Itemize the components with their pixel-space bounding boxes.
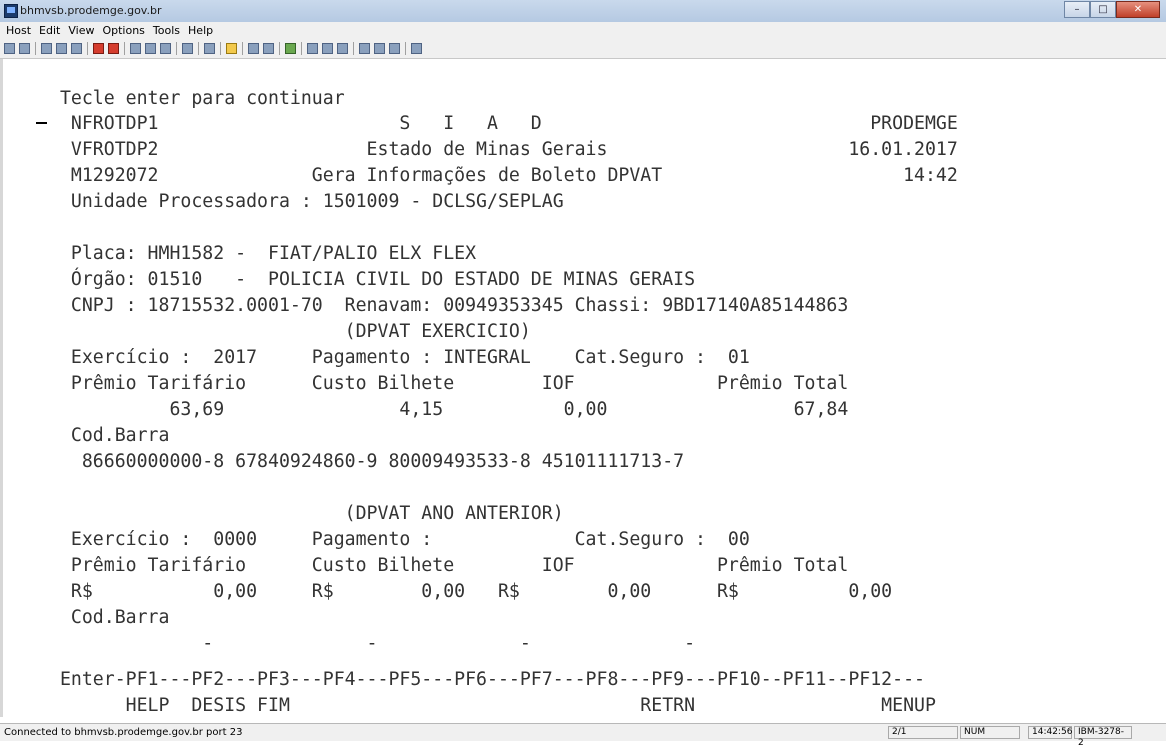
barcode-line: - - - - [49,633,696,654]
menu-edit[interactable]: Edit [39,24,60,37]
toolbar-separator [279,42,280,55]
terminal-line: (DPVAT ANO ANTERIOR) [49,503,564,524]
menu-bar: Host Edit View Options Tools Help [0,22,1166,39]
menu-options[interactable]: Options [102,24,144,37]
terminal-line: Placa: HMH1582 - FIAT/PALIO ELX FLEX [49,243,477,264]
window-controls: – □ ✕ [1064,1,1160,19]
pf-keys-line: Enter-PF1---PF2---PF3---PF4---PF5---PF6-… [49,669,925,690]
terminal-line: Cod.Barra [49,425,170,446]
undo-icon[interactable] [411,43,422,54]
title-bar: bhmvsb.prodemge.gov.br – □ ✕ [0,0,1166,23]
terminal-line: Prêmio Tarifário Custo Bilhete IOF Prêmi… [49,555,849,576]
copy-icon[interactable] [145,43,156,54]
pa3-icon[interactable] [389,43,400,54]
terminal-line: M1292072 Gera Informações de Boleto DPVA… [49,165,958,186]
pa1-icon[interactable] [359,43,370,54]
terminal-line: Prêmio Tarifário Custo Bilhete IOF Prêmi… [49,373,849,394]
terminal-line: Cod.Barra [49,607,170,628]
warning-icon[interactable] [226,43,237,54]
pf-labels-line: HELP DESIS FIM RETRN MENUP [49,695,936,716]
toolbar-separator [220,42,221,55]
terminal-line: NFROTDP1 S I A D PRODEMGE [49,113,958,134]
receive-file-icon[interactable] [56,43,67,54]
edit-icon[interactable] [263,43,274,54]
connect-icon[interactable] [4,43,15,54]
home-icon[interactable] [285,43,296,54]
close-button[interactable]: ✕ [1116,1,1160,18]
menu-help[interactable]: Help [188,24,213,37]
toolbar-separator [353,42,354,55]
connection-status: Connected to bhmvsb.prodemge.gov.br port… [4,727,243,738]
macro-record-icon[interactable] [93,43,104,54]
menu-tools[interactable]: Tools [153,24,180,37]
menu-view[interactable]: View [68,24,94,37]
toolbar [0,39,1166,59]
terminal-line: R$ 0,00 R$ 0,00 R$ 0,00 R$ 0,00 [49,581,893,602]
status-time: 14:42:56 [1028,726,1072,739]
tab-icon[interactable] [337,43,348,54]
toolbar-separator [176,42,177,55]
toolbar-separator [35,42,36,55]
backtab-icon[interactable] [322,43,333,54]
app-icon[interactable] [4,4,18,18]
terminal-line: (DPVAT EXERCICIO) [49,321,531,342]
terminal-line: Exercício : 0000 Pagamento : Cat.Seguro … [49,529,750,550]
toolbar-separator [124,42,125,55]
window-title: bhmvsb.prodemge.gov.br [20,4,162,17]
barcode-line: 86660000000-8 67840924860-9 80009493533-… [49,451,685,472]
cut-icon[interactable] [130,43,141,54]
terminal-line: Tecle enter para continuar [49,88,345,109]
terminal-line: VFROTDP2 Estado de Minas Gerais 16.01.20… [49,139,958,160]
paste-icon[interactable] [160,43,171,54]
toolbar-separator [405,42,406,55]
terminal-line: Exercício : 2017 Pagamento : INTEGRAL Ca… [49,347,750,368]
menu-host[interactable]: Host [6,24,31,37]
terminal-model: IBM-3278-2 [1074,726,1132,748]
terminal-line: Órgão: 01510 - POLICIA CIVIL DO ESTADO D… [49,269,696,290]
pa2-icon[interactable] [374,43,385,54]
toolbar-separator [87,42,88,55]
maximize-button[interactable]: □ [1090,1,1116,18]
terminal-line: 63,69 4,15 0,00 67,84 [49,399,849,420]
page-indicator: 2/1 [888,726,958,739]
terminal-cursor [36,122,47,124]
send-file-icon[interactable] [41,43,52,54]
chart-icon[interactable] [204,43,215,54]
disconnect-icon[interactable] [19,43,30,54]
more-icon[interactable] [182,43,193,54]
enter-icon[interactable] [307,43,318,54]
toolbar-separator [198,42,199,55]
toolbar-separator [242,42,243,55]
keyboard-icon[interactable] [248,43,259,54]
print-icon[interactable] [71,43,82,54]
toolbar-separator [301,42,302,55]
status-bar: Connected to bhmvsb.prodemge.gov.br port… [0,723,1166,748]
numlock-indicator: NUM [960,726,1020,739]
terminal-line: CNPJ : 18715532.0001-70 Renavam: 0094935… [49,295,849,316]
macro-play-icon[interactable] [108,43,119,54]
terminal-line: Unidade Processadora : 1501009 - DCLSG/S… [49,191,564,212]
minimize-button[interactable]: – [1064,1,1090,18]
terminal-screen[interactable]: Tecle enter para continuar NFROTDP1 S I … [0,59,1166,717]
